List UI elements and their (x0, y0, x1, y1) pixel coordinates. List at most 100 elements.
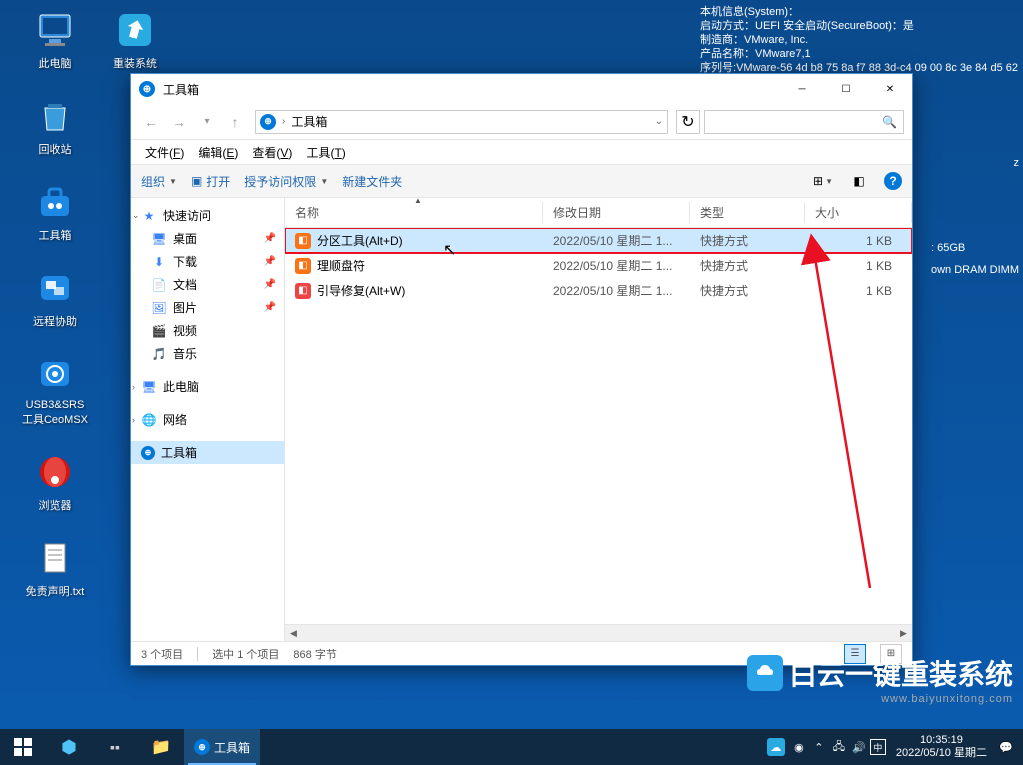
remote-icon (35, 268, 75, 308)
close-button[interactable]: ✕ (868, 74, 912, 104)
scroll-right[interactable]: ▶ (895, 625, 912, 642)
pc-icon (35, 10, 75, 50)
new-folder-button[interactable]: 新建文件夹 (342, 173, 402, 190)
titlebar[interactable]: ⊕ 工具箱 ─ ☐ ✕ (131, 74, 912, 104)
taskbar-active-window[interactable]: ⊕工具箱 (184, 729, 260, 765)
tray-notifications-icon[interactable]: 💬 (997, 738, 1015, 756)
sidebar-this-pc[interactable]: ›🖥此电脑 (131, 375, 284, 398)
tray-dropdown[interactable]: ⌃ (810, 738, 828, 756)
file-row[interactable]: ◧理顺盘符 2022/05/10 星期二 1... 快捷方式 1 KB (285, 253, 912, 278)
status-selected: 选中 1 个项目 (212, 646, 279, 662)
shortcut-icon: ◧ (295, 258, 311, 274)
sidebar-item-documents[interactable]: 📄文档📌 (131, 273, 284, 296)
scroll-left[interactable]: ◀ (285, 625, 302, 642)
menu-bar: 文件(F) 编辑(E) 查看(V) 工具(T) (131, 140, 912, 164)
help-button[interactable]: ? (884, 172, 902, 190)
sidebar-item-pictures[interactable]: 🖼图片📌 (131, 296, 284, 319)
sidebar-toolbox[interactable]: ⊕工具箱 (131, 441, 284, 464)
sidebar-item-downloads[interactable]: ⬇下载📌 (131, 250, 284, 273)
extra-info-overlay2: : 65GB own DRAM DIMM (931, 240, 1019, 278)
tray-clock[interactable]: 10:35:192022/05/10 星期二 (888, 734, 995, 760)
menu-view[interactable]: 查看(V) (248, 142, 296, 163)
sidebar-item-music[interactable]: 🎵音乐 (131, 342, 284, 365)
recent-dropdown[interactable]: ▾ (195, 110, 219, 134)
pin-icon: 📌 (264, 302, 276, 313)
up-button[interactable]: ↑ (223, 110, 247, 134)
sidebar-quick-access[interactable]: ⌄★快速访问 (131, 204, 284, 227)
taskbar: ⬢ ▪▪ 📁 ⊕工具箱 ☁ ◉ ⌃ 🖧 🔊 中 10:35:192022/05/… (0, 729, 1023, 765)
tray-network-icon[interactable]: 🖧 (830, 738, 848, 756)
open-button[interactable]: ▣打开 (191, 173, 230, 190)
toolbox-icon (35, 182, 75, 222)
watermark: 白云一键重装系统 www.baiyunxitong.com (747, 653, 1013, 705)
toolbox-icon: ⊕ (141, 446, 155, 460)
grant-access-button[interactable]: 授予访问权限▼ (244, 173, 328, 190)
pin-icon: 📌 (264, 233, 276, 244)
address-dropdown[interactable]: ⌄ (655, 116, 663, 127)
desktop-icon-pc[interactable]: 此电脑 (15, 10, 95, 71)
extra-info-overlay: z (1014, 155, 1020, 171)
tray-icon[interactable]: ☁ (767, 738, 785, 756)
tray-icon[interactable]: ◉ (790, 738, 808, 756)
desktop-icon-remote[interactable]: 远程协助 (15, 268, 95, 329)
browser-icon (35, 452, 75, 492)
status-bytes: 868 字节 (293, 646, 336, 662)
menu-edit[interactable]: 编辑(E) (194, 142, 242, 163)
tray-volume-icon[interactable]: 🔊 (850, 738, 868, 756)
desktop-icon-txt[interactable]: 免责声明.txt (15, 538, 95, 599)
sort-indicator: ▲ (414, 198, 422, 205)
address-bar[interactable]: ⊕ › 工具箱 ⌄ (255, 110, 668, 134)
desktop-icon-reinstall[interactable]: 重装系统 (95, 10, 175, 71)
tray-ime-icon[interactable]: 中 (870, 739, 886, 755)
sidebar: ⌄★快速访问 🖥桌面📌 ⬇下载📌 📄文档📌 🖼图片📌 🎬视频 🎵音乐 ›🖥此电脑… (131, 198, 285, 641)
nav-bar: ← → ▾ ↑ ⊕ › 工具箱 ⌄ ↻ 🔍 (131, 104, 912, 140)
start-button[interactable] (0, 729, 46, 765)
desktop-icon-recycle[interactable]: 回收站 (15, 96, 95, 157)
reinstall-icon (115, 10, 155, 50)
taskbar-app1[interactable]: ⬢ (46, 729, 92, 765)
usb-icon (35, 354, 75, 394)
search-input[interactable] (711, 115, 882, 129)
window-title: 工具箱 (163, 81, 780, 98)
col-date[interactable]: 修改日期 (543, 198, 690, 227)
chevron-icon: › (282, 116, 285, 127)
taskbar-app2[interactable]: ▪▪ (92, 729, 138, 765)
horizontal-scrollbar[interactable]: ◀ ▶ (285, 624, 912, 641)
minimize-button[interactable]: ─ (780, 74, 824, 104)
file-row[interactable]: ◧分区工具(Alt+D) 2022/05/10 星期二 1... 快捷方式 1 … (285, 228, 912, 253)
maximize-button[interactable]: ☐ (824, 74, 868, 104)
col-size[interactable]: 大小 (805, 198, 912, 227)
desktop-icon-browser[interactable]: 浏览器 (15, 452, 95, 513)
taskbar-app3[interactable]: 📁 (138, 729, 184, 765)
search-icon: 🔍 (882, 115, 897, 129)
organize-button[interactable]: 组织▼ (141, 173, 177, 190)
address-icon: ⊕ (260, 114, 276, 130)
system-info-overlay: 本机信息(System)： 启动方式：UEFI 安全启动(SecureBoot)… (700, 5, 1018, 75)
menu-file[interactable]: 文件(F) (141, 142, 188, 163)
file-rows: ◧分区工具(Alt+D) 2022/05/10 星期二 1... 快捷方式 1 … (285, 228, 912, 624)
sidebar-network[interactable]: ›🌐网络 (131, 408, 284, 431)
recycle-icon (35, 96, 75, 136)
desktop-icons-col1: 此电脑 回收站 工具箱 远程协助 USB3&SRS 工具CeoMSX 浏览器 免… (15, 10, 95, 624)
preview-pane-button[interactable]: ◧ (848, 170, 870, 192)
shortcut-icon: ◧ (295, 283, 311, 299)
refresh-button[interactable]: ↻ (676, 110, 700, 134)
col-type[interactable]: 类型 (690, 198, 805, 227)
col-name[interactable]: 名称▲ (285, 198, 543, 227)
shortcut-icon: ◧ (295, 233, 311, 249)
forward-button[interactable]: → (167, 110, 191, 134)
explorer-window: ⊕ 工具箱 ─ ☐ ✕ ← → ▾ ↑ ⊕ › 工具箱 ⌄ ↻ 🔍 文件(F) … (130, 73, 913, 666)
column-headers: 名称▲ 修改日期 类型 大小 (285, 198, 912, 228)
back-button[interactable]: ← (139, 110, 163, 134)
menu-tools[interactable]: 工具(T) (302, 142, 349, 163)
desktop-icon-usb[interactable]: USB3&SRS 工具CeoMSX (15, 354, 95, 427)
txt-icon (35, 538, 75, 578)
sidebar-item-desktop[interactable]: 🖥桌面📌 (131, 227, 284, 250)
file-row[interactable]: ◧引导修复(Alt+W) 2022/05/10 星期二 1... 快捷方式 1 … (285, 278, 912, 303)
view-options-button[interactable]: ⊞▼ (812, 170, 834, 192)
system-tray: ☁ ◉ ⌃ 🖧 🔊 中 10:35:192022/05/10 星期二 💬 (767, 734, 1023, 760)
pin-icon: 📌 (264, 279, 276, 290)
search-box[interactable]: 🔍 (704, 110, 904, 134)
sidebar-item-videos[interactable]: 🎬视频 (131, 319, 284, 342)
desktop-icon-toolbox[interactable]: 工具箱 (15, 182, 95, 243)
